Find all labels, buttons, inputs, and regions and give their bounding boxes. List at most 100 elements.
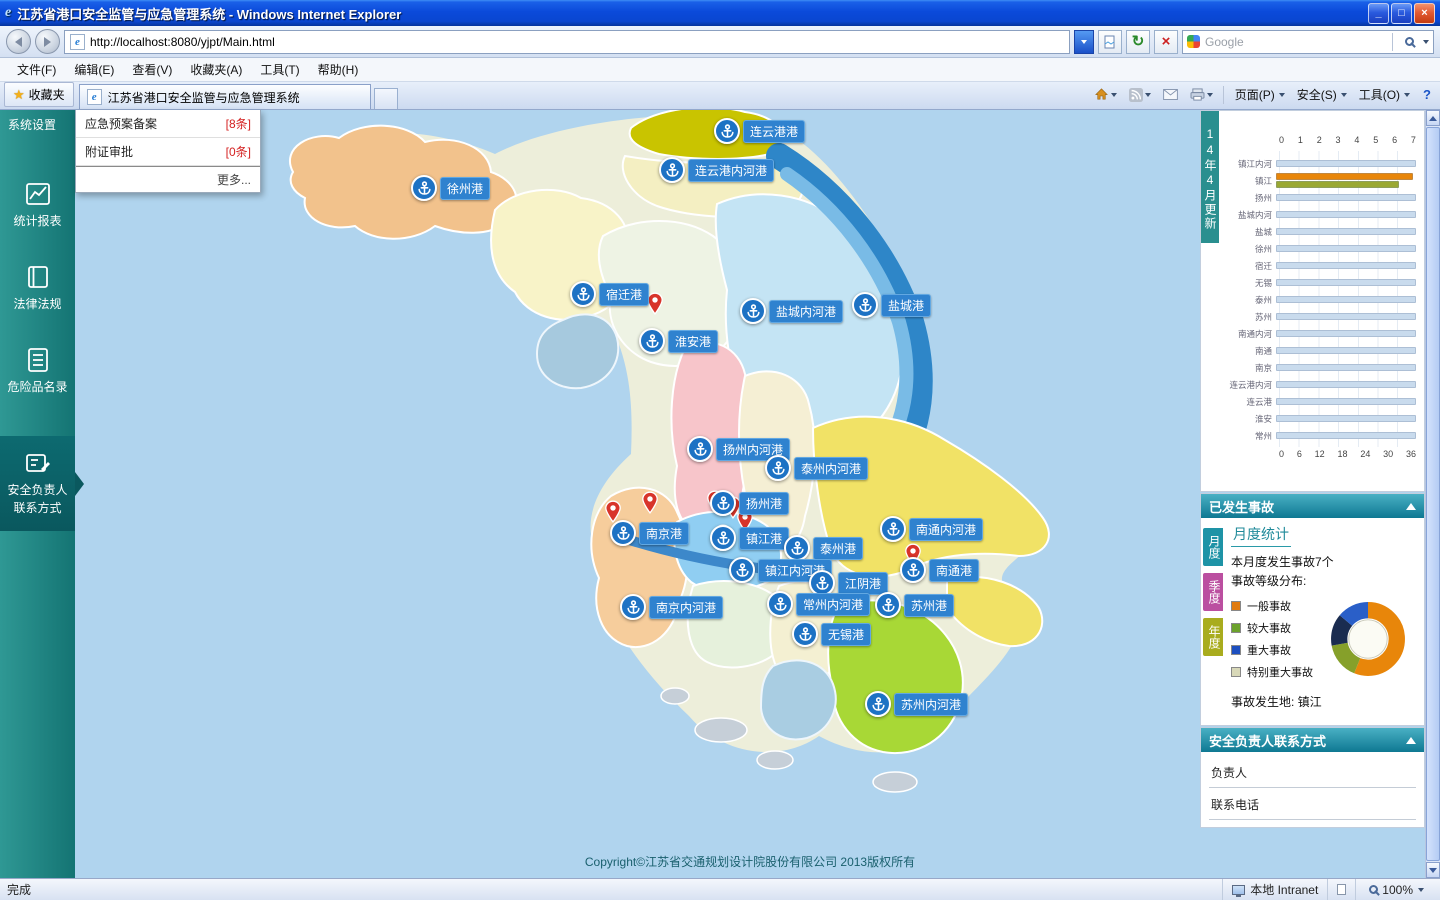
port-marker[interactable]: 泰州内河港 (765, 455, 868, 481)
accident-tabs: 月度季度年度 (1203, 528, 1223, 656)
port-marker[interactable]: 南通港 (900, 557, 979, 583)
minimize-button[interactable]: _ (1368, 3, 1389, 24)
updates-vertical-label: 14年4月更新 (1201, 111, 1219, 243)
anchor-icon (765, 455, 791, 481)
port-marker[interactable]: 南通内河港 (880, 516, 983, 542)
stop-icon: × (1162, 34, 1171, 49)
scroll-down-button[interactable] (1426, 862, 1440, 878)
accident-tab[interactable]: 月度 (1203, 528, 1223, 566)
port-marker[interactable]: 扬州港 (710, 490, 789, 516)
contact-panel-header[interactable]: 安全负责人联系方式 (1201, 728, 1424, 752)
legend-color-swatch (1231, 645, 1241, 655)
accident-panel-header[interactable]: 已发生事故 (1201, 494, 1424, 518)
address-input[interactable]: e http://localhost:8080/yjpt/Main.html (64, 30, 1070, 54)
back-button[interactable] (6, 29, 31, 54)
status-zoom[interactable]: 100% (1355, 879, 1433, 900)
accident-tab[interactable]: 季度 (1203, 573, 1223, 611)
favorites-button[interactable]: ★ 收藏夹 (4, 82, 74, 107)
port-marker[interactable]: 连云港内河港 (659, 157, 774, 183)
collapse-icon[interactable] (1406, 737, 1416, 744)
favorites-label: 收藏夹 (29, 86, 65, 103)
sidebar-item[interactable]: 危险品名录 (0, 341, 75, 402)
update-chart-row: 镇江内河 (1221, 155, 1416, 172)
sidebar-item-label: 统计报表 (13, 214, 61, 228)
quick-panel-row[interactable]: 附证审批[0条] (76, 138, 260, 166)
stop-button[interactable]: × (1154, 30, 1178, 54)
chevron-down-icon (1404, 93, 1410, 97)
update-chart-row: 南通 (1221, 342, 1416, 359)
search-options-caret-icon[interactable] (1423, 40, 1429, 44)
toolbar-menu[interactable]: 工具(O) (1353, 83, 1416, 106)
port-marker[interactable]: 镇江港 (710, 525, 789, 551)
anchor-icon (639, 328, 665, 354)
print-button[interactable] (1185, 85, 1218, 104)
update-chart-row: 南京 (1221, 359, 1416, 376)
status-bar: 完成 本地 Intranet 100% (0, 878, 1440, 900)
close-button[interactable]: × (1414, 3, 1435, 24)
search-icon[interactable] (1405, 37, 1414, 46)
menu-item[interactable]: 文件(F) (8, 58, 65, 81)
sidebar-item[interactable]: 安全负责人 联系方式 (0, 436, 75, 531)
port-marker[interactable]: 宿迁港 (570, 281, 649, 307)
search-input[interactable]: Google (1182, 30, 1434, 54)
updates-bottom-axis: 061218243036 (1279, 449, 1416, 459)
home-button[interactable] (1089, 84, 1122, 105)
toolbar-menu[interactable]: 页面(P) (1229, 83, 1291, 106)
update-chart-row: 淮安 (1221, 410, 1416, 427)
port-marker[interactable]: 南京港 (610, 520, 689, 546)
vertical-scrollbar[interactable] (1425, 110, 1440, 878)
forward-button[interactable] (35, 29, 60, 54)
home-icon (1094, 87, 1109, 102)
port-marker[interactable]: 苏州港 (875, 592, 954, 618)
port-marker[interactable]: 南京内河港 (620, 594, 723, 620)
more-link[interactable]: 更多... (76, 167, 260, 192)
port-marker[interactable]: 连云港港 (714, 118, 805, 144)
refresh-icon: ↻ (1132, 34, 1145, 49)
port-marker[interactable]: 常州内河港 (767, 591, 870, 617)
scrollbar-thumb[interactable] (1426, 127, 1440, 861)
status-text: 完成 (7, 881, 31, 898)
port-label: 泰州内河港 (794, 457, 868, 480)
menu-item[interactable]: 收藏夹(A) (181, 58, 251, 81)
update-chart-row: 无锡 (1221, 274, 1416, 291)
quick-panel-row[interactable]: 应急预案备案[8条] (76, 110, 260, 138)
menu-item[interactable]: 工具(T) (251, 58, 308, 81)
legend-color-swatch (1231, 623, 1241, 633)
feeds-button[interactable] (1124, 85, 1156, 105)
menu-item[interactable]: 编辑(E) (65, 58, 123, 81)
mail-icon (1163, 89, 1178, 100)
new-tab-button[interactable] (374, 88, 398, 109)
anchor-icon (880, 516, 906, 542)
address-dropdown-button[interactable] (1074, 30, 1094, 54)
map-area[interactable]: 连云港港连云港内河港徐州港宿迁港盐城内河港盐城港淮安港扬州内河港泰州内河港扬州港… (75, 110, 1200, 878)
sidebar-item[interactable]: 法律法规 (0, 258, 75, 319)
port-marker[interactable]: 盐城内河港 (740, 298, 843, 324)
status-mode (1327, 879, 1355, 900)
update-chart-row: 南通内河 (1221, 325, 1416, 342)
port-label: 南通港 (929, 559, 979, 582)
tab-active[interactable]: e 江苏省港口安全监管与应急管理系统 (79, 84, 371, 109)
map-markers: 连云港港连云港内河港徐州港宿迁港盐城内河港盐城港淮安港扬州内河港泰州内河港扬州港… (75, 110, 1200, 878)
menu-item[interactable]: 查看(V) (123, 58, 181, 81)
count-badge: [8条] (226, 115, 251, 132)
scroll-up-button[interactable] (1426, 110, 1440, 126)
refresh-button[interactable]: ↻ (1126, 30, 1150, 54)
anchor-icon (710, 525, 736, 551)
port-marker[interactable]: 淮安港 (639, 328, 718, 354)
mail-button[interactable] (1158, 86, 1183, 103)
menu-item[interactable]: 帮助(H) (309, 58, 368, 81)
accident-tab[interactable]: 年度 (1203, 618, 1223, 656)
update-rows: 镇江内河镇江扬州盐城内河盐城徐州宿迁无锡泰州苏州南通内河南通南京连云港内河连云港… (1221, 155, 1416, 444)
toolbar-menu[interactable]: 安全(S) (1291, 83, 1353, 106)
collapse-icon[interactable] (1406, 503, 1416, 510)
compatibility-view-button[interactable] (1098, 30, 1122, 54)
port-marker[interactable]: 盐城港 (852, 292, 931, 318)
printer-icon (1190, 88, 1205, 101)
port-marker[interactable]: 徐州港 (411, 175, 490, 201)
restore-button[interactable]: □ (1391, 3, 1412, 24)
sidebar-item-system-settings[interactable]: 系统设置 (0, 110, 75, 139)
sidebar-item[interactable]: 统计报表 (0, 175, 75, 236)
port-marker[interactable]: 无锡港 (792, 621, 871, 647)
help-button[interactable]: ? (1418, 85, 1436, 104)
port-marker[interactable]: 苏州内河港 (865, 691, 968, 717)
